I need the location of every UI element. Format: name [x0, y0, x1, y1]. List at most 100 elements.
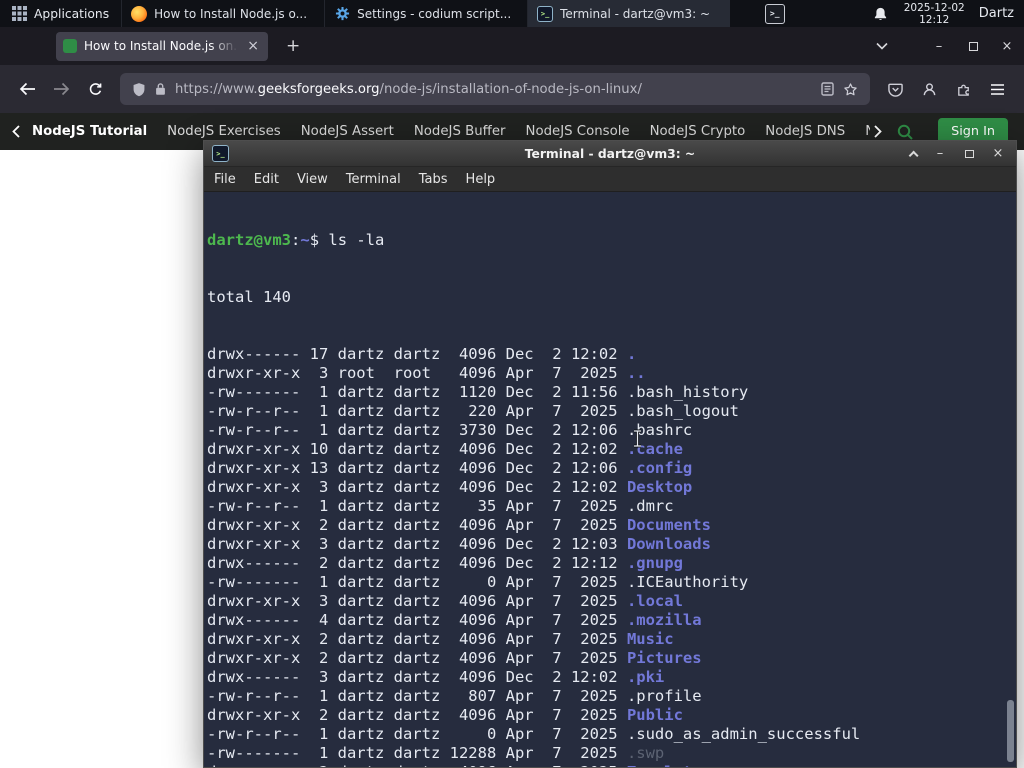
site-search-icon[interactable]	[896, 123, 914, 141]
site-nav-item[interactable]: NodeJS Console	[526, 124, 630, 139]
terminal-line: -rw-r--r-- 1 dartz dartz 3730 Dec 2 12:0…	[207, 421, 693, 439]
site-nav-item[interactable]: Node	[865, 124, 870, 139]
terminal-total-line: total 140	[207, 288, 291, 306]
terminal-line: drwxr-xr-x 2 dartz dartz 4096 Apr 7 2025…	[207, 630, 674, 648]
terminal-screen[interactable]: dartz@vm3:~$ ls -la total 140 drwx------…	[204, 192, 1016, 767]
site-nav-item[interactable]: NodeJS Buffer	[414, 124, 506, 139]
site-nav-item[interactable]: NodeJS Assert	[301, 124, 394, 139]
bookmark-star-icon[interactable]	[843, 82, 858, 97]
tab-close-button[interactable]: ×	[245, 38, 261, 54]
extensions-icon[interactable]	[948, 74, 978, 104]
terminal-line: drwxr-xr-x 2 dartz dartz 4096 Apr 7 2025…	[207, 763, 1016, 767]
navigation-toolbar: https://www.geeksforgeeks.org/node-js/in…	[0, 65, 1024, 113]
terminal-menu-view[interactable]: View	[297, 172, 328, 187]
tracking-shield-icon[interactable]	[132, 82, 146, 97]
back-button[interactable]	[12, 74, 42, 104]
taskbar-button-title: Terminal - dartz@vm3: ~	[560, 6, 711, 21]
maximize-square-icon	[964, 149, 974, 158]
site-nav-item[interactable]: NodeJS Crypto	[650, 124, 746, 139]
terminal-line: drwx------ 4 dartz dartz 4096 Apr 7 2025…	[207, 611, 702, 629]
terminal-line: -rw------- 1 dartz dartz 12288 Apr 7 202…	[207, 744, 665, 762]
reader-view-icon[interactable]	[821, 82, 834, 96]
terminal-window-title: Terminal - dartz@vm3: ~	[524, 146, 696, 161]
taskbar-button[interactable]: Settings - codium script...	[324, 0, 527, 27]
terminal-line: drwxr-xr-x 3 dartz dartz 4096 Apr 7 2025…	[207, 592, 683, 610]
scrollbar-thumb[interactable]	[1007, 700, 1014, 762]
menu-button[interactable]	[982, 74, 1012, 104]
taskbar-button-title: How to Install Node.js o...	[154, 6, 308, 21]
browser-tab[interactable]: How to Install Node.js on... ×	[56, 31, 268, 61]
applications-grid-icon	[12, 6, 27, 21]
account-icon[interactable]	[914, 74, 944, 104]
maximize-square-icon	[968, 41, 978, 51]
tab-bar: How to Install Node.js on... × + – ×	[0, 27, 1024, 65]
new-tab-button[interactable]: +	[278, 36, 308, 56]
browser-maximize-button[interactable]	[956, 27, 990, 65]
terminal-line: drwx------ 17 dartz dartz 4096 Dec 2 12:…	[207, 345, 637, 363]
terminal-menu-file[interactable]: File	[214, 172, 236, 187]
terminal-window-buttons: – ×	[901, 145, 1008, 163]
url-path: /node-js/installation-of-node-js-on-linu…	[379, 81, 642, 97]
terminal-line: drwxr-xr-x 2 dartz dartz 4096 Apr 7 2025…	[207, 649, 702, 667]
tab-title: How to Install Node.js on...	[84, 39, 239, 53]
terminal-menu-help[interactable]: Help	[466, 172, 496, 187]
nav-scroll-right-icon[interactable]	[874, 125, 882, 138]
pocket-icon[interactable]	[880, 74, 910, 104]
terminal-line: drwxr-xr-x 3 dartz dartz 4096 Dec 2 12:0…	[207, 478, 693, 496]
panel-clock[interactable]: 2025-12-02 12:12	[904, 2, 965, 26]
terminal-window-icon	[212, 145, 229, 162]
reload-button[interactable]	[80, 74, 110, 104]
user-menu-button[interactable]: Dartz	[979, 6, 1014, 21]
prompt-user-host: dartz@vm3	[207, 231, 291, 249]
terminal-line: -rw-r--r-- 1 dartz dartz 35 Apr 7 2025 .…	[207, 497, 674, 515]
tray-terminal-icon[interactable]	[764, 3, 785, 24]
taskbar-button[interactable]: Terminal - dartz@vm3: ~	[527, 0, 731, 27]
applications-label: Applications	[34, 6, 110, 21]
prompt-cwd: ~	[300, 231, 310, 249]
terminal-prompt-line: dartz@vm3:~$ ls -la	[207, 231, 1016, 250]
nav-scroll-left-icon[interactable]	[12, 125, 20, 138]
terminal-line: drwxr-xr-x 3 dartz dartz 4096 Dec 2 12:0…	[207, 535, 711, 553]
site-nav-item-active[interactable]: NodeJS Tutorial	[32, 124, 147, 139]
url-text: https://www.geeksforgeeks.org/node-js/in…	[175, 82, 812, 97]
terminal-line: -rw-r--r-- 1 dartz dartz 0 Apr 7 2025 .s…	[207, 725, 861, 743]
terminal-close-button[interactable]: ×	[988, 145, 1008, 163]
terminal-line: -rw-r--r-- 1 dartz dartz 220 Apr 7 2025 …	[207, 402, 739, 420]
taskbar: How to Install Node.js o... Settings - co…	[121, 0, 731, 27]
browser-close-button[interactable]: ×	[990, 27, 1024, 65]
settings-gear-icon	[334, 6, 350, 22]
forward-button[interactable]	[46, 74, 76, 104]
terminal-maximize-button[interactable]	[959, 145, 979, 163]
prompt-dollar: $	[309, 231, 329, 249]
terminal-line: drwxr-xr-x 3 root root 4096 Apr 7 2025 .…	[207, 364, 646, 382]
taskbar-button-title: Settings - codium script...	[357, 6, 512, 21]
site-nav-item[interactable]: NodeJS DNS	[765, 124, 845, 139]
terminal-line: drwx------ 2 dartz dartz 4096 Dec 2 12:1…	[207, 554, 683, 572]
notification-bell-icon[interactable]	[873, 6, 888, 22]
list-tabs-chevron-icon[interactable]	[876, 42, 888, 50]
site-nav-links: NodeJS Exercises NodeJS Assert NodeJS Buff…	[167, 124, 870, 139]
terminal-titlebar[interactable]: Terminal - dartz@vm3: ~ – ×	[204, 141, 1016, 167]
top-panel: Applications How to Install Node.js o...…	[0, 0, 1024, 27]
applications-menu-button[interactable]: Applications	[0, 0, 121, 27]
firefox-icon	[131, 5, 148, 22]
terminal-menu-terminal[interactable]: Terminal	[346, 172, 401, 187]
terminal-minimize-button[interactable]: –	[930, 145, 950, 163]
terminal-line: drwxr-xr-x 2 dartz dartz 4096 Apr 7 2025…	[207, 516, 711, 534]
site-nav-item[interactable]: NodeJS Exercises	[167, 124, 281, 139]
terminal-window: Terminal - dartz@vm3: ~ – × File Edit View…	[203, 140, 1017, 768]
taskbar-button[interactable]: How to Install Node.js o...	[121, 0, 324, 27]
browser-minimize-button[interactable]: –	[922, 27, 956, 65]
terminal-menu-edit[interactable]: Edit	[254, 172, 279, 187]
terminal-menu-tabs[interactable]: Tabs	[419, 172, 448, 187]
url-bar[interactable]: https://www.geeksforgeeks.org/node-js/in…	[120, 73, 870, 105]
terminal-line: -rw------- 1 dartz dartz 1120 Dec 2 11:5…	[207, 383, 749, 401]
url-domain: geeksforgeeks.org	[257, 81, 380, 97]
terminal-menubar: File Edit View Terminal Tabs Help	[204, 167, 1016, 192]
prompt-colon: :	[291, 231, 301, 249]
terminal-scrollbar[interactable]	[1005, 192, 1015, 766]
terminal-line: drwxr-xr-x 10 dartz dartz 4096 Dec 2 12:…	[207, 440, 683, 458]
terminal-line: -rw------- 1 dartz dartz 0 Apr 7 2025 .I…	[207, 573, 749, 591]
terminal-shade-button[interactable]	[901, 145, 921, 163]
lock-icon[interactable]	[155, 82, 166, 96]
